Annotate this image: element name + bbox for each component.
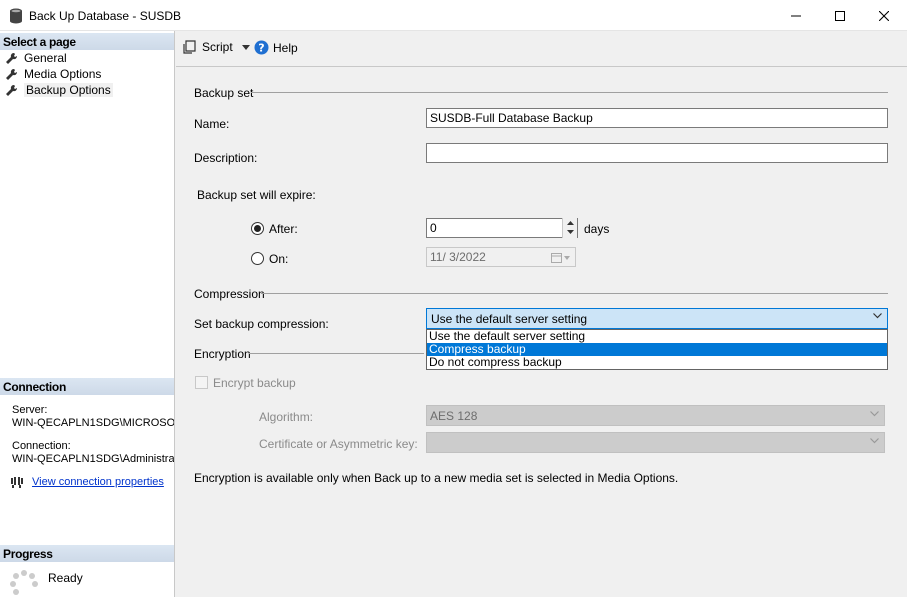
compression-dropdown-list: Use the default server setting Compress … (426, 329, 888, 370)
database-icon (10, 8, 22, 24)
on-radio[interactable] (251, 252, 264, 265)
algorithm-combo[interactable]: AES 128 (426, 405, 885, 426)
encrypt-backup-label: Encrypt backup (213, 376, 296, 390)
connection-header: Connection (0, 378, 174, 395)
compression-selected-value: Use the default server setting (431, 312, 588, 326)
progress-header: Progress (0, 545, 174, 562)
script-icon (183, 40, 196, 54)
select-page-header: Select a page (0, 33, 174, 50)
server-value: WIN-QECAPLN1SDG\MICROSOFT##WID (12, 417, 174, 429)
svg-text:?: ? (258, 42, 264, 55)
days-spinner[interactable] (562, 218, 577, 238)
after-days-value: 0 (430, 221, 437, 235)
wrench-icon (6, 52, 18, 64)
progress-status: Ready (48, 571, 83, 585)
chevron-down-icon (870, 438, 879, 444)
group-divider (251, 92, 888, 93)
server-label: Server: (12, 404, 48, 416)
page-item-media-options[interactable]: Media Options (5, 66, 101, 82)
left-panel: Select a page General Media Options Back… (0, 31, 175, 597)
page-item-general[interactable]: General (5, 50, 67, 66)
certificate-label: Certificate or Asymmetric key: (259, 437, 418, 451)
help-icon: ? (254, 40, 269, 55)
connection-value: WIN-QECAPLN1SDG\Administrator (12, 453, 174, 465)
window-title: Back Up Database - SUSDB (29, 9, 182, 23)
view-connection-properties-link[interactable]: View connection properties (32, 476, 164, 488)
script-label: Script (202, 40, 233, 54)
spin-up-button[interactable] (563, 218, 577, 227)
wrench-icon (6, 68, 18, 80)
after-days-input[interactable]: 0 (426, 218, 578, 238)
script-button[interactable]: Script (183, 40, 250, 54)
page-item-backup-options[interactable]: Backup Options (5, 82, 113, 98)
help-label: Help (273, 40, 298, 55)
help-button[interactable]: ? Help (254, 40, 298, 55)
certificate-combo[interactable] (426, 432, 885, 453)
encrypt-backup-checkbox[interactable] (195, 376, 208, 389)
chevron-down-icon (870, 411, 879, 417)
connection-properties-icon (11, 477, 23, 488)
days-label: days (584, 222, 610, 236)
wrench-icon (6, 84, 18, 96)
calendar-icon (551, 253, 570, 263)
description-label: Description: (194, 151, 258, 165)
spin-down-button[interactable] (563, 227, 577, 236)
after-radio[interactable] (251, 222, 264, 235)
algorithm-value: AES 128 (430, 409, 478, 423)
spin-down-icon (566, 229, 574, 234)
close-icon (879, 10, 889, 21)
group-divider (261, 293, 888, 294)
progress-spinner-icon (10, 570, 38, 595)
connection-label: Connection: (12, 440, 71, 452)
page-item-label: General (24, 51, 67, 65)
chevron-down-icon (873, 313, 882, 319)
on-date-picker[interactable]: 11/ 3/2022 (426, 247, 576, 267)
minimize-icon (791, 15, 801, 16)
on-label: On: (269, 252, 289, 266)
expire-label: Backup set will expire: (197, 188, 316, 202)
encryption-note: Encryption is available only when Back u… (194, 471, 679, 485)
group-divider (249, 353, 424, 354)
close-button[interactable] (861, 0, 907, 31)
on-date-value: 11/ 3/2022 (430, 250, 486, 264)
maximize-button[interactable] (817, 0, 863, 31)
name-input[interactable]: SUSDB-Full Database Backup (426, 108, 888, 128)
page-item-label: Backup Options (24, 83, 113, 97)
page-item-label: Media Options (24, 67, 102, 81)
compression-option[interactable]: Do not compress backup (427, 356, 887, 369)
main-content: Backup set Name: SUSDB-Full Database Bac… (176, 68, 907, 597)
backup-set-group-label: Backup set (194, 86, 254, 100)
name-label: Name: (194, 117, 230, 131)
set-compression-label: Set backup compression: (194, 317, 329, 331)
toolbar: Script ? Help (176, 31, 907, 67)
after-label: After: (269, 222, 298, 236)
dropdown-arrow-icon (241, 44, 250, 50)
compression-combo[interactable]: Use the default server setting (426, 308, 888, 329)
description-input[interactable] (426, 143, 888, 163)
view-connection-row: View connection properties (10, 476, 164, 488)
spin-up-icon (566, 220, 574, 225)
compression-group-label: Compression (194, 287, 265, 301)
algorithm-label: Algorithm: (259, 410, 314, 424)
maximize-icon (835, 10, 845, 21)
title-bar: Back Up Database - SUSDB (0, 0, 907, 31)
minimize-button[interactable] (773, 0, 819, 31)
encryption-group-label: Encryption (194, 347, 251, 361)
